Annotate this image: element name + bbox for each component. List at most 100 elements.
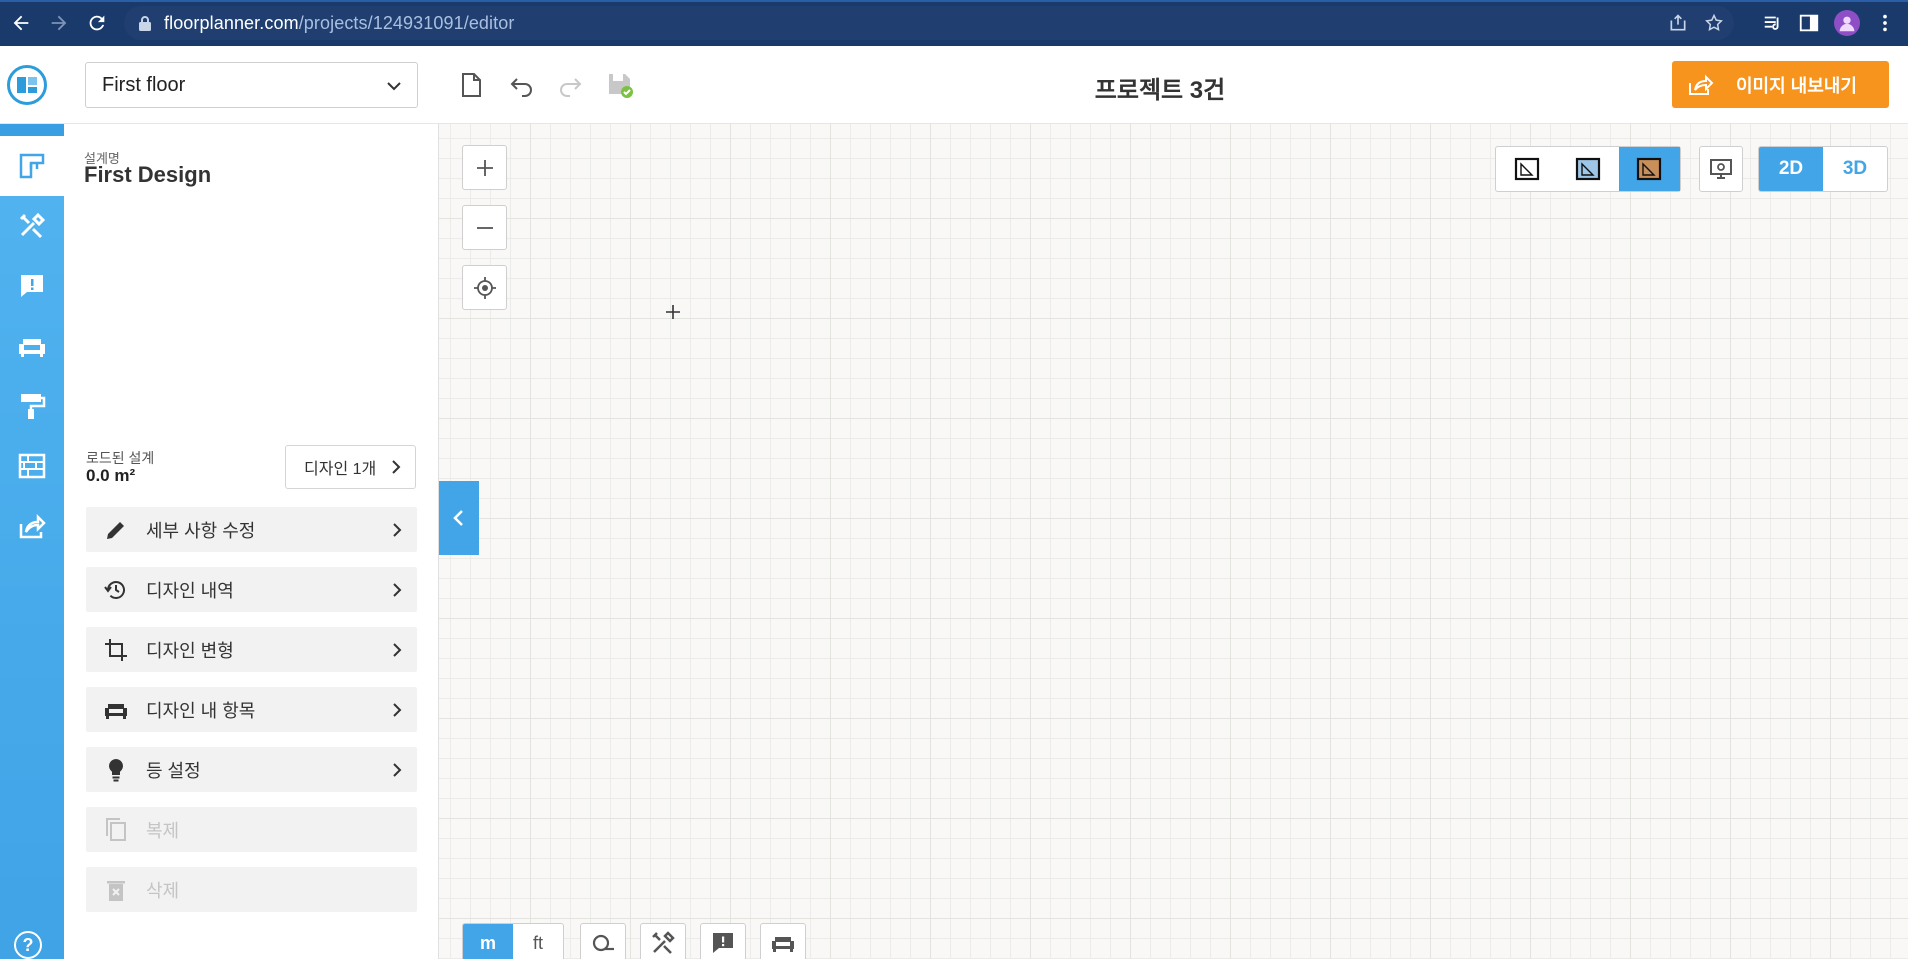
bookmark-star-icon[interactable] xyxy=(1704,13,1724,33)
unit-meter-button[interactable]: m xyxy=(463,924,513,959)
profile-avatar[interactable] xyxy=(1834,10,1860,36)
left-icon-bar: ? xyxy=(0,124,64,959)
forward-icon[interactable] xyxy=(40,4,78,42)
tools-icon xyxy=(19,212,46,239)
menu-delete[interactable]: 삭제 xyxy=(86,867,417,912)
floor-select[interactable]: First floor xyxy=(85,62,418,108)
side-panel-icon[interactable] xyxy=(1798,12,1820,34)
new-document-icon[interactable] xyxy=(454,68,488,102)
history-icon xyxy=(104,580,125,599)
url-path: /projects/124931091/editor xyxy=(298,12,515,33)
tools-icon xyxy=(652,931,675,954)
back-icon[interactable] xyxy=(2,4,40,42)
menu-duplicate[interactable]: 복제 xyxy=(86,807,417,852)
chevron-right-icon xyxy=(393,762,402,777)
chevron-right-icon xyxy=(393,642,402,657)
center-view-button[interactable] xyxy=(462,265,507,310)
menu-light-settings-label: 등 설정 xyxy=(146,760,201,781)
paint-tab[interactable] xyxy=(0,376,64,436)
chevron-left-icon xyxy=(453,510,463,526)
export-image-button[interactable]: 이미지 내보내기 xyxy=(1672,61,1889,108)
menu-design-history-label: 디자인 내역 xyxy=(146,580,234,601)
unit-toggle: m ft xyxy=(462,923,564,959)
redo-icon[interactable] xyxy=(553,68,587,102)
floorplan-tab[interactable] xyxy=(0,136,64,196)
menu-delete-label: 삭제 xyxy=(146,880,180,901)
build-tool-button[interactable] xyxy=(640,923,686,959)
reload-icon[interactable] xyxy=(78,4,116,42)
measure-tool-button[interactable] xyxy=(580,923,626,959)
loaded-design-area: 0.0 m² xyxy=(86,466,136,485)
floor-select-value: First floor xyxy=(102,73,186,96)
chevron-right-icon xyxy=(393,522,402,537)
monitor-settings-icon xyxy=(1710,159,1732,179)
chevron-right-icon xyxy=(393,582,402,597)
menu-light-settings[interactable]: 등 설정 xyxy=(86,747,417,792)
textured-view-icon xyxy=(1637,157,1662,181)
project-title: 프로젝트 3건 xyxy=(1094,77,1226,104)
plus-icon xyxy=(476,159,493,176)
menu-design-history[interactable]: 디자인 내역 xyxy=(86,567,417,612)
undo-icon[interactable] xyxy=(505,68,539,102)
locate-icon xyxy=(473,276,496,299)
menu-design-variant-label: 디자인 변형 xyxy=(146,640,234,661)
trash-icon xyxy=(107,880,125,901)
design-count-button[interactable]: 디자인 1개 xyxy=(285,445,416,489)
saved-icon xyxy=(603,68,637,102)
zoom-out-button[interactable] xyxy=(462,205,507,250)
url-host: floorplanner.com xyxy=(164,12,299,33)
brick-wall-icon xyxy=(18,453,46,479)
paint-roller-icon xyxy=(21,394,46,419)
sofa-icon xyxy=(19,339,45,357)
design-side-panel: 설계명 First Design 로드된 설계 0.0 m² 디자인 1개 세부… xyxy=(64,124,439,959)
view-3d-button[interactable]: 3D xyxy=(1823,147,1887,191)
crop-icon xyxy=(105,638,127,661)
display-settings-button[interactable] xyxy=(1699,146,1743,192)
design-count-label: 디자인 1개 xyxy=(304,461,377,478)
unit-feet-button[interactable]: ft xyxy=(513,924,563,959)
floorplanner-logo[interactable] xyxy=(7,65,47,105)
cursor-crosshair-icon xyxy=(666,305,680,319)
design-name: First Design xyxy=(84,162,212,187)
media-queue-icon[interactable] xyxy=(1762,12,1784,34)
app-header: First floor 프로젝트 3건 이미지 내보내기 xyxy=(0,46,1908,124)
view-mode-color[interactable] xyxy=(1557,147,1618,191)
chevron-right-icon xyxy=(392,460,401,474)
furniture-tab[interactable] xyxy=(0,316,64,376)
tape-measure-icon xyxy=(592,934,614,952)
furniture-tool-button[interactable] xyxy=(760,923,806,959)
comment-icon xyxy=(713,933,733,953)
wall-material-tab[interactable] xyxy=(0,436,64,496)
export-image-label: 이미지 내보내기 xyxy=(1736,75,1857,96)
sofa-icon xyxy=(772,937,794,952)
share-icon[interactable] xyxy=(1668,13,1688,33)
chevron-down-icon xyxy=(387,82,401,91)
chevron-right-icon xyxy=(393,702,402,717)
view-2d-button[interactable]: 2D xyxy=(1759,147,1823,191)
address-bar[interactable]: floorplanner.com/projects/124931091/edit… xyxy=(124,6,1734,40)
collapse-panel-button[interactable] xyxy=(439,481,479,555)
help-icon[interactable]: ? xyxy=(14,931,42,959)
comment-icon xyxy=(21,275,43,297)
pencil-icon xyxy=(107,521,124,539)
menu-duplicate-label: 복제 xyxy=(146,820,180,841)
menu-edit-details[interactable]: 세부 사항 수정 xyxy=(86,507,417,552)
share-export-icon xyxy=(19,513,46,539)
browser-toolbar: floorplanner.com/projects/124931091/edit… xyxy=(0,0,1908,46)
browser-menu-icon[interactable] xyxy=(1874,12,1896,34)
menu-design-items-label: 디자인 내 항목 xyxy=(146,700,256,721)
menu-design-variant[interactable]: 디자인 변형 xyxy=(86,627,417,672)
view-mode-textured[interactable] xyxy=(1618,147,1680,191)
url-text: floorplanner.com/projects/124931091/edit… xyxy=(164,13,514,34)
zoom-in-button[interactable] xyxy=(462,145,507,190)
copy-icon xyxy=(106,817,126,841)
export-icon xyxy=(1689,74,1714,95)
floorplan-canvas[interactable]: 2D 3D m ft xyxy=(439,124,1908,959)
label-tool-button[interactable] xyxy=(700,923,746,959)
view-mode-line[interactable] xyxy=(1496,147,1557,191)
export-tab[interactable] xyxy=(0,496,64,556)
color-view-icon xyxy=(1575,157,1601,181)
info-label-tab[interactable] xyxy=(0,256,64,316)
menu-design-items[interactable]: 디자인 내 항목 xyxy=(86,687,417,732)
build-tools-tab[interactable] xyxy=(0,196,64,256)
